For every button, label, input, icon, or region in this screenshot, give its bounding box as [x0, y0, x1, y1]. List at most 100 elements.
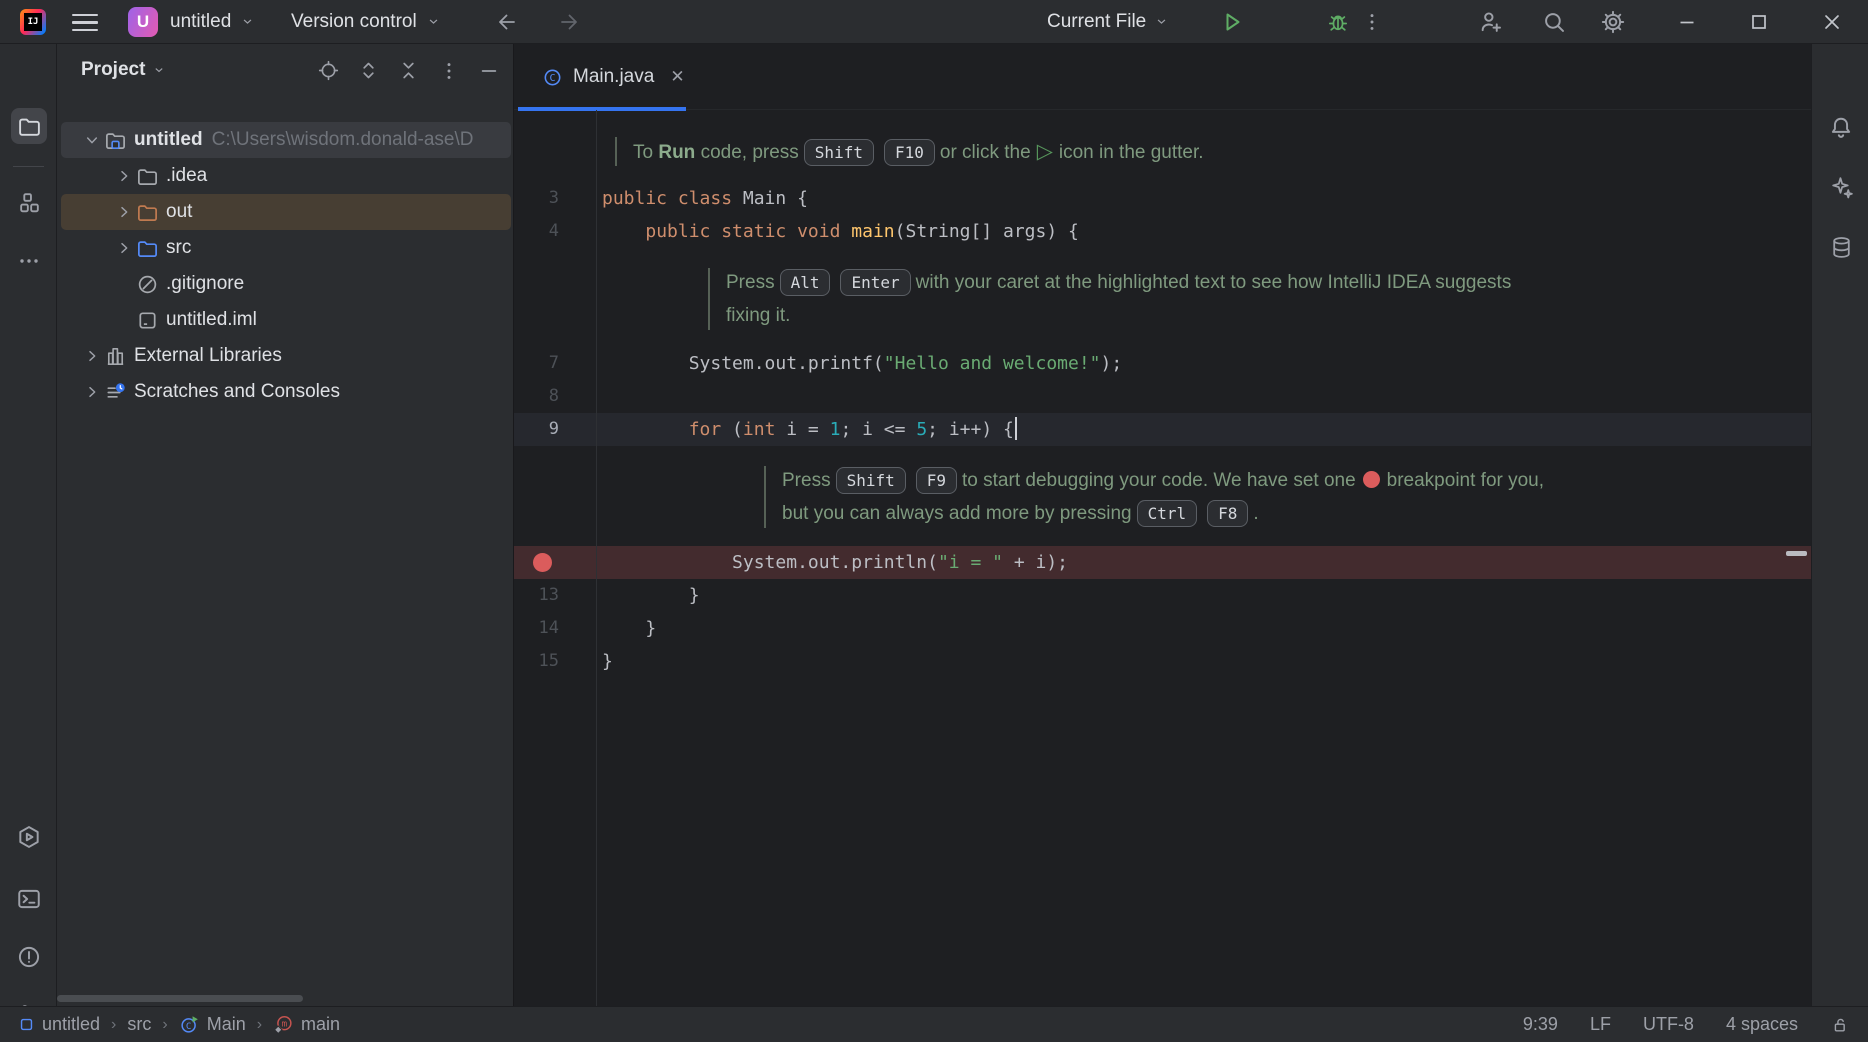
tree-item--idea[interactable]: .idea — [61, 158, 511, 194]
panel-more-options-icon[interactable] — [436, 58, 461, 83]
collapse-all-icon[interactable] — [396, 58, 421, 83]
keycap-ctrl: Ctrl — [1137, 500, 1198, 527]
status-caret-position[interactable]: 9:39 — [1523, 1014, 1558, 1035]
hide-panel-icon[interactable] — [476, 58, 501, 83]
line-number[interactable]: 8 — [514, 380, 559, 413]
code-line-13[interactable]: 13 } — [514, 579, 1811, 612]
chevron-down-icon[interactable] — [81, 129, 103, 151]
chevron-right-icon[interactable] — [113, 237, 135, 259]
breadcrumb-item-main[interactable]: mmain — [273, 1014, 340, 1035]
tool-database-button[interactable] — [1823, 229, 1859, 265]
tree-item-label: src — [166, 237, 191, 259]
line-number[interactable]: 3 — [514, 182, 559, 215]
tree-item-out[interactable]: out — [61, 194, 511, 230]
more-actions-button[interactable] — [1358, 8, 1386, 36]
code-token: main — [851, 221, 894, 242]
tree-item-src[interactable]: src — [61, 230, 511, 266]
forward-button[interactable] — [555, 8, 583, 36]
folder-blue-icon — [135, 236, 159, 260]
breadcrumb-item-untitled[interactable]: untitled — [18, 1014, 100, 1035]
code-token: ( — [721, 419, 743, 440]
line-number[interactable]: 4 — [514, 215, 559, 248]
status-widgets: 9:39 LF UTF-8 4 spaces — [1523, 1014, 1850, 1035]
tree-item--gitignore[interactable]: .gitignore — [61, 266, 511, 302]
project-widget[interactable]: untitled — [170, 0, 255, 43]
tool-problems-button[interactable] — [11, 939, 47, 975]
tree-item-label: out — [166, 201, 192, 223]
status-encoding[interactable]: UTF-8 — [1643, 1014, 1694, 1035]
tool-terminal-button[interactable] — [11, 881, 47, 917]
code-token: } — [602, 651, 613, 672]
tree-item-label: untitled.iml — [166, 309, 257, 331]
tree-item-label: untitled — [134, 129, 203, 151]
line-number[interactable]: 9 — [514, 413, 559, 446]
chevron-right-icon[interactable] — [81, 381, 103, 403]
tool-structure-button[interactable] — [11, 184, 47, 220]
status-indent-style[interactable]: 4 spaces — [1726, 1014, 1798, 1035]
run-config-selector[interactable]: Current File — [1047, 0, 1169, 43]
vcs-widget[interactable]: Version control — [291, 0, 441, 43]
project-avatar[interactable]: U — [128, 7, 158, 37]
tree-item-untitled[interactable]: untitledC:\Users\wisdom.donald-ase\D — [61, 122, 511, 158]
code-line-7[interactable]: 7 System.out.printf("Hello and welcome!"… — [514, 347, 1811, 380]
chevron-right-icon[interactable] — [81, 345, 103, 367]
code-line-9[interactable]: 9 for (int i = 1; i <= 5; i++) { — [514, 413, 1811, 446]
code-line-3[interactable]: 3public class Main { — [514, 182, 1811, 215]
expand-all-icon[interactable] — [356, 58, 381, 83]
code-line-8[interactable]: 8 — [514, 380, 1811, 413]
line-number[interactable]: 15 — [514, 645, 559, 678]
code-line-15[interactable]: 15} — [514, 645, 1811, 678]
keycap-f8: F8 — [1207, 500, 1248, 527]
search-everywhere-button[interactable] — [1540, 8, 1568, 36]
chevron-spacer — [113, 273, 135, 295]
breadcrumb-item-main[interactable]: CMain — [179, 1014, 246, 1035]
tool-services-button[interactable] — [11, 819, 47, 855]
breadcrumb-separator: › — [160, 1016, 169, 1034]
project-scrollbar[interactable] — [57, 995, 303, 1002]
line-number[interactable]: 7 — [514, 347, 559, 380]
hint-text: icon in the gutter. — [1059, 142, 1204, 163]
tool-project-button[interactable] — [11, 108, 47, 144]
title-bar: IJ U untitled Version control Current Fi… — [0, 0, 1868, 44]
classrun-icon: C — [179, 1014, 200, 1035]
code-token: "i = " — [938, 552, 1003, 573]
code-line-14[interactable]: 14 } — [514, 612, 1811, 645]
select-opened-file-icon[interactable] — [316, 58, 341, 83]
left-tool-stripe — [0, 44, 57, 1006]
code-line-4[interactable]: 4 public static void main(String[] args)… — [514, 215, 1811, 248]
tool-notifications-button[interactable] — [1823, 109, 1859, 145]
chevron-right-icon[interactable] — [113, 165, 135, 187]
intellij-window: IJ U untitled Version control Current Fi… — [0, 0, 1868, 1042]
code-line-12[interactable]: System.out.println("i = " + i); — [514, 546, 1811, 579]
project-panel-title-dropdown[interactable]: Project — [81, 59, 166, 81]
more-tool-windows-button[interactable] — [11, 243, 47, 279]
tool-ai-assistant-button[interactable] — [1823, 168, 1859, 204]
hint-text: breakpoint for you, — [1387, 470, 1544, 491]
main-menu-button[interactable] — [72, 14, 98, 31]
back-button[interactable] — [493, 8, 521, 36]
close-window-button[interactable] — [1818, 8, 1846, 36]
unlocked-icon[interactable] — [1830, 1015, 1850, 1035]
line-number[interactable]: 13 — [514, 579, 559, 612]
minimize-button[interactable] — [1673, 8, 1701, 36]
maximize-button[interactable] — [1745, 8, 1773, 36]
tree-item-scratches-and-consoles[interactable]: Scratches and Consoles — [61, 374, 511, 410]
debug-button[interactable] — [1324, 8, 1352, 36]
tree-item-external-libraries[interactable]: External Libraries — [61, 338, 511, 374]
chevron-right-icon[interactable] — [113, 201, 135, 223]
breadcrumb-item-src[interactable]: src — [127, 1014, 151, 1035]
status-line-ending[interactable]: LF — [1590, 1014, 1611, 1035]
tab-main-java[interactable]: C Main.java ✕ — [516, 44, 684, 110]
code-editor[interactable]: To Run code, pressShiftF10or click the▷i… — [514, 110, 1811, 1006]
settings-button[interactable] — [1599, 8, 1627, 36]
svg-text:C: C — [186, 1021, 192, 1032]
tree-item-untitled-iml[interactable]: untitled.iml — [61, 302, 511, 338]
breakpoint-icon[interactable] — [533, 553, 552, 572]
code-with-me-button[interactable] — [1477, 8, 1505, 36]
extlib-icon — [103, 344, 127, 368]
line-number[interactable]: 14 — [514, 612, 559, 645]
run-button[interactable] — [1218, 8, 1246, 36]
tab-close-icon[interactable]: ✕ — [670, 67, 684, 87]
editor-tab-bar: C Main.java ✕ — [514, 44, 1811, 110]
editor-caret — [1015, 417, 1017, 440]
